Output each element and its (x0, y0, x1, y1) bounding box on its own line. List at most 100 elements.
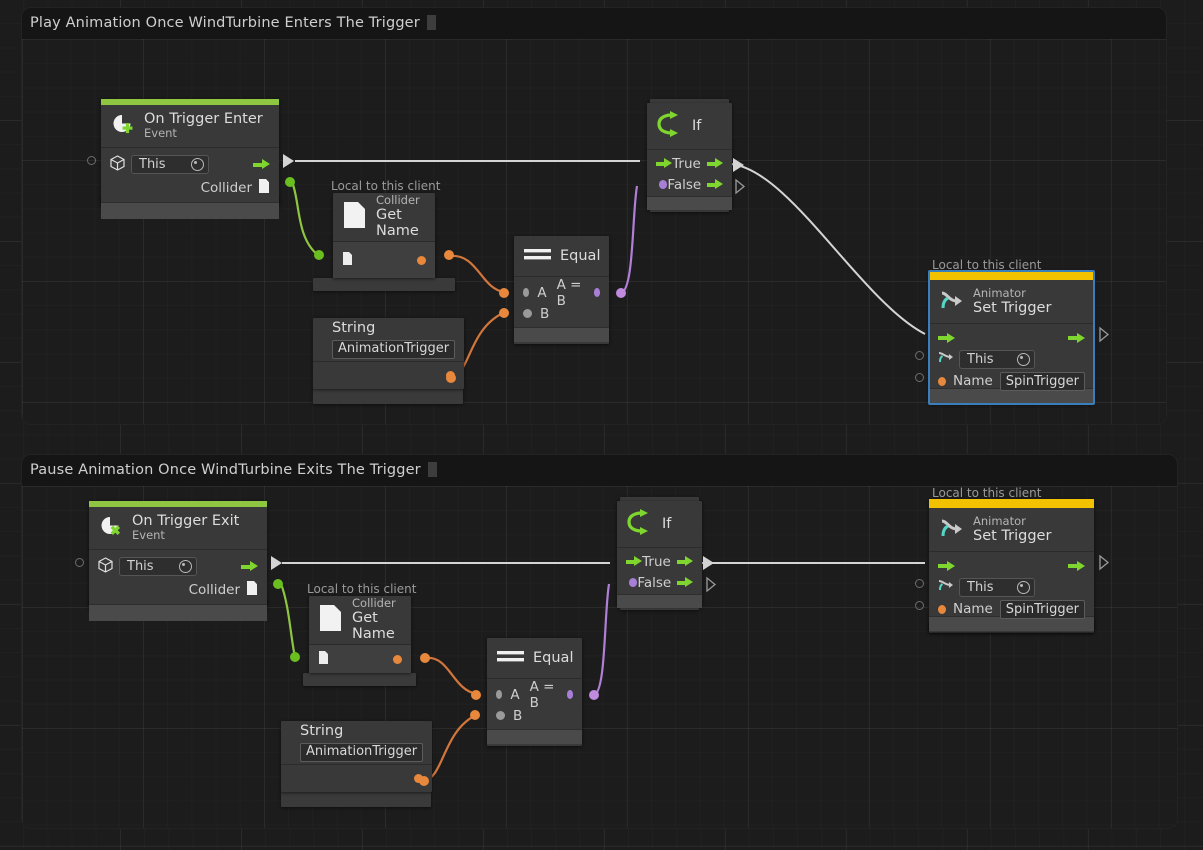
animator-target-unconnected-port-2[interactable] (915, 579, 924, 588)
node-equal-1[interactable]: Equal A A = B B (514, 236, 609, 344)
event-flow-out-tri[interactable] (283, 154, 294, 168)
row-false[interactable]: False (647, 174, 732, 195)
node-if-2[interactable]: If True False (617, 501, 702, 608)
event-collider-out-dot[interactable] (285, 177, 295, 187)
equal-a-in-dot[interactable] (523, 288, 530, 297)
flow-in-arrow[interactable] (626, 556, 643, 567)
getname-input-dot-2[interactable] (290, 652, 300, 662)
node-animator-set-trigger-1[interactable]: Animator Set Trigger This Name SpinTrigg… (928, 270, 1095, 405)
if-false-flow-tri[interactable] (735, 178, 746, 195)
event-collider-out-dot-2[interactable] (273, 579, 283, 589)
row-true[interactable]: True (617, 551, 702, 572)
node-collider-get-name-1[interactable]: Collider Get Name (333, 193, 435, 278)
animator-name-in-dot[interactable] (938, 604, 946, 614)
event-flow-out-tri-2[interactable] (271, 556, 282, 570)
getname-output-wire-dot-2[interactable] (420, 653, 430, 663)
string-value-field[interactable]: AnimationTrigger (332, 340, 456, 359)
row-out[interactable] (281, 765, 432, 792)
if-true-flow-tri-2[interactable] (703, 556, 714, 570)
row-ports[interactable] (309, 645, 411, 673)
equal-b-wire-dot-2[interactable] (470, 710, 480, 720)
if-condition-in-dot[interactable] (659, 180, 668, 189)
row-out[interactable] (313, 362, 464, 389)
row-b[interactable]: B (487, 705, 582, 726)
node-collider-get-name-2[interactable]: Collider Get Name (309, 596, 411, 673)
node-graph-canvas[interactable]: Play Animation Once WindTurbine Enters T… (0, 0, 1203, 850)
node-string-1[interactable]: String AnimationTrigger (313, 318, 464, 389)
string-output-wire-dot-2[interactable] (419, 776, 429, 786)
flow-in-arrow[interactable] (656, 158, 673, 169)
flow-out-arrow[interactable] (1068, 560, 1085, 572)
getname-output-wire-dot[interactable] (444, 250, 454, 260)
animator-target-unconnected-port-1[interactable] (915, 351, 924, 360)
row-a[interactable]: A A = B (514, 277, 609, 309)
row-collider-out[interactable]: Collider (101, 176, 279, 200)
animator-name-field[interactable]: SpinTrigger (999, 371, 1085, 391)
object-picker-icon[interactable] (179, 560, 192, 573)
node-on-trigger-exit[interactable]: On Trigger Exit Event This Collider (89, 501, 267, 621)
row-target[interactable]: This (89, 550, 267, 578)
node-string-2[interactable]: String AnimationTrigger (281, 721, 432, 792)
row-target[interactable]: This (101, 148, 279, 176)
node-on-trigger-enter[interactable]: On Trigger Enter Event This Collider (101, 99, 279, 219)
row-flow[interactable] (929, 556, 1094, 576)
row-target[interactable]: This (929, 576, 1094, 598)
if-true-flow-tri[interactable] (733, 158, 744, 172)
false-out-arrow[interactable] (677, 577, 693, 588)
row-flow[interactable] (929, 328, 1094, 348)
flow-out-arrow[interactable] (1068, 332, 1085, 344)
string-output-wire-dot[interactable] (446, 373, 456, 383)
if-condition-in-dot[interactable] (629, 578, 638, 587)
row-name[interactable]: Name SpinTrigger (929, 370, 1094, 392)
equal-a-wire-dot-2[interactable] (471, 690, 481, 700)
string-value-field[interactable]: AnimationTrigger (300, 743, 424, 762)
object-picker-icon[interactable] (1017, 580, 1030, 594)
false-out-arrow[interactable] (707, 179, 723, 190)
animator-flow-out-tri-1[interactable] (1099, 326, 1110, 343)
animator-name-unconnected-port-2[interactable] (915, 601, 924, 610)
animator-target-field[interactable]: This (959, 349, 1035, 369)
animator-name-field[interactable]: SpinTrigger (999, 599, 1085, 619)
equal-a-wire-dot[interactable] (499, 288, 509, 298)
animator-flow-out-tri-2[interactable] (1099, 554, 1110, 571)
flow-in-arrow[interactable] (938, 332, 955, 344)
getname-input-dot[interactable] (314, 250, 324, 260)
true-out-arrow[interactable] (706, 158, 724, 169)
equal-a-in-dot[interactable] (496, 690, 503, 699)
row-b[interactable]: B (514, 303, 609, 324)
getname-string-out-dot[interactable] (417, 255, 426, 265)
getname-string-out-dot[interactable] (393, 654, 402, 664)
equal-b-in-dot[interactable] (523, 309, 532, 318)
event-unconnected-port-2[interactable] (75, 558, 84, 567)
animator-target-field[interactable]: This (959, 577, 1035, 597)
flow-in-arrow[interactable] (938, 560, 955, 572)
row-true[interactable]: True (647, 153, 732, 174)
node-if-1[interactable]: If True False (647, 103, 732, 210)
target-field[interactable]: This (131, 155, 209, 174)
graph-title-enter[interactable]: Play Animation Once WindTurbine Enters T… (22, 8, 436, 39)
equal-b-in-dot[interactable] (496, 711, 505, 720)
row-name[interactable]: Name SpinTrigger (929, 598, 1094, 620)
object-picker-icon[interactable] (191, 158, 204, 171)
object-picker-icon[interactable] (1017, 352, 1030, 366)
node-equal-2[interactable]: Equal A A = B B (487, 638, 582, 746)
if-false-flow-tri-2[interactable] (706, 576, 717, 593)
row-a[interactable]: A A = B (487, 679, 582, 711)
equal-b-wire-dot[interactable] (499, 308, 509, 318)
equal-out-dot[interactable] (593, 288, 600, 297)
animator-name-in-dot[interactable] (938, 376, 946, 386)
flow-out-arrow[interactable] (241, 561, 258, 572)
equal-out-dot[interactable] (566, 690, 573, 699)
equal-out-wire-dot[interactable] (616, 288, 626, 298)
event-unconnected-port[interactable] (87, 156, 96, 165)
target-field[interactable]: This (119, 557, 197, 576)
row-false[interactable]: False (617, 572, 702, 593)
true-out-arrow[interactable] (676, 556, 694, 567)
flow-out-arrow[interactable] (253, 159, 270, 170)
node-animator-set-trigger-2[interactable]: Animator Set Trigger This Name SpinTrigg… (929, 499, 1094, 632)
row-collider-out[interactable]: Collider (89, 578, 267, 602)
row-target[interactable]: This (929, 348, 1094, 370)
graph-title-exit[interactable]: Pause Animation Once WindTurbine Exits T… (22, 455, 437, 486)
row-ports[interactable] (333, 242, 435, 278)
equal-out-wire-dot-2[interactable] (589, 690, 599, 700)
